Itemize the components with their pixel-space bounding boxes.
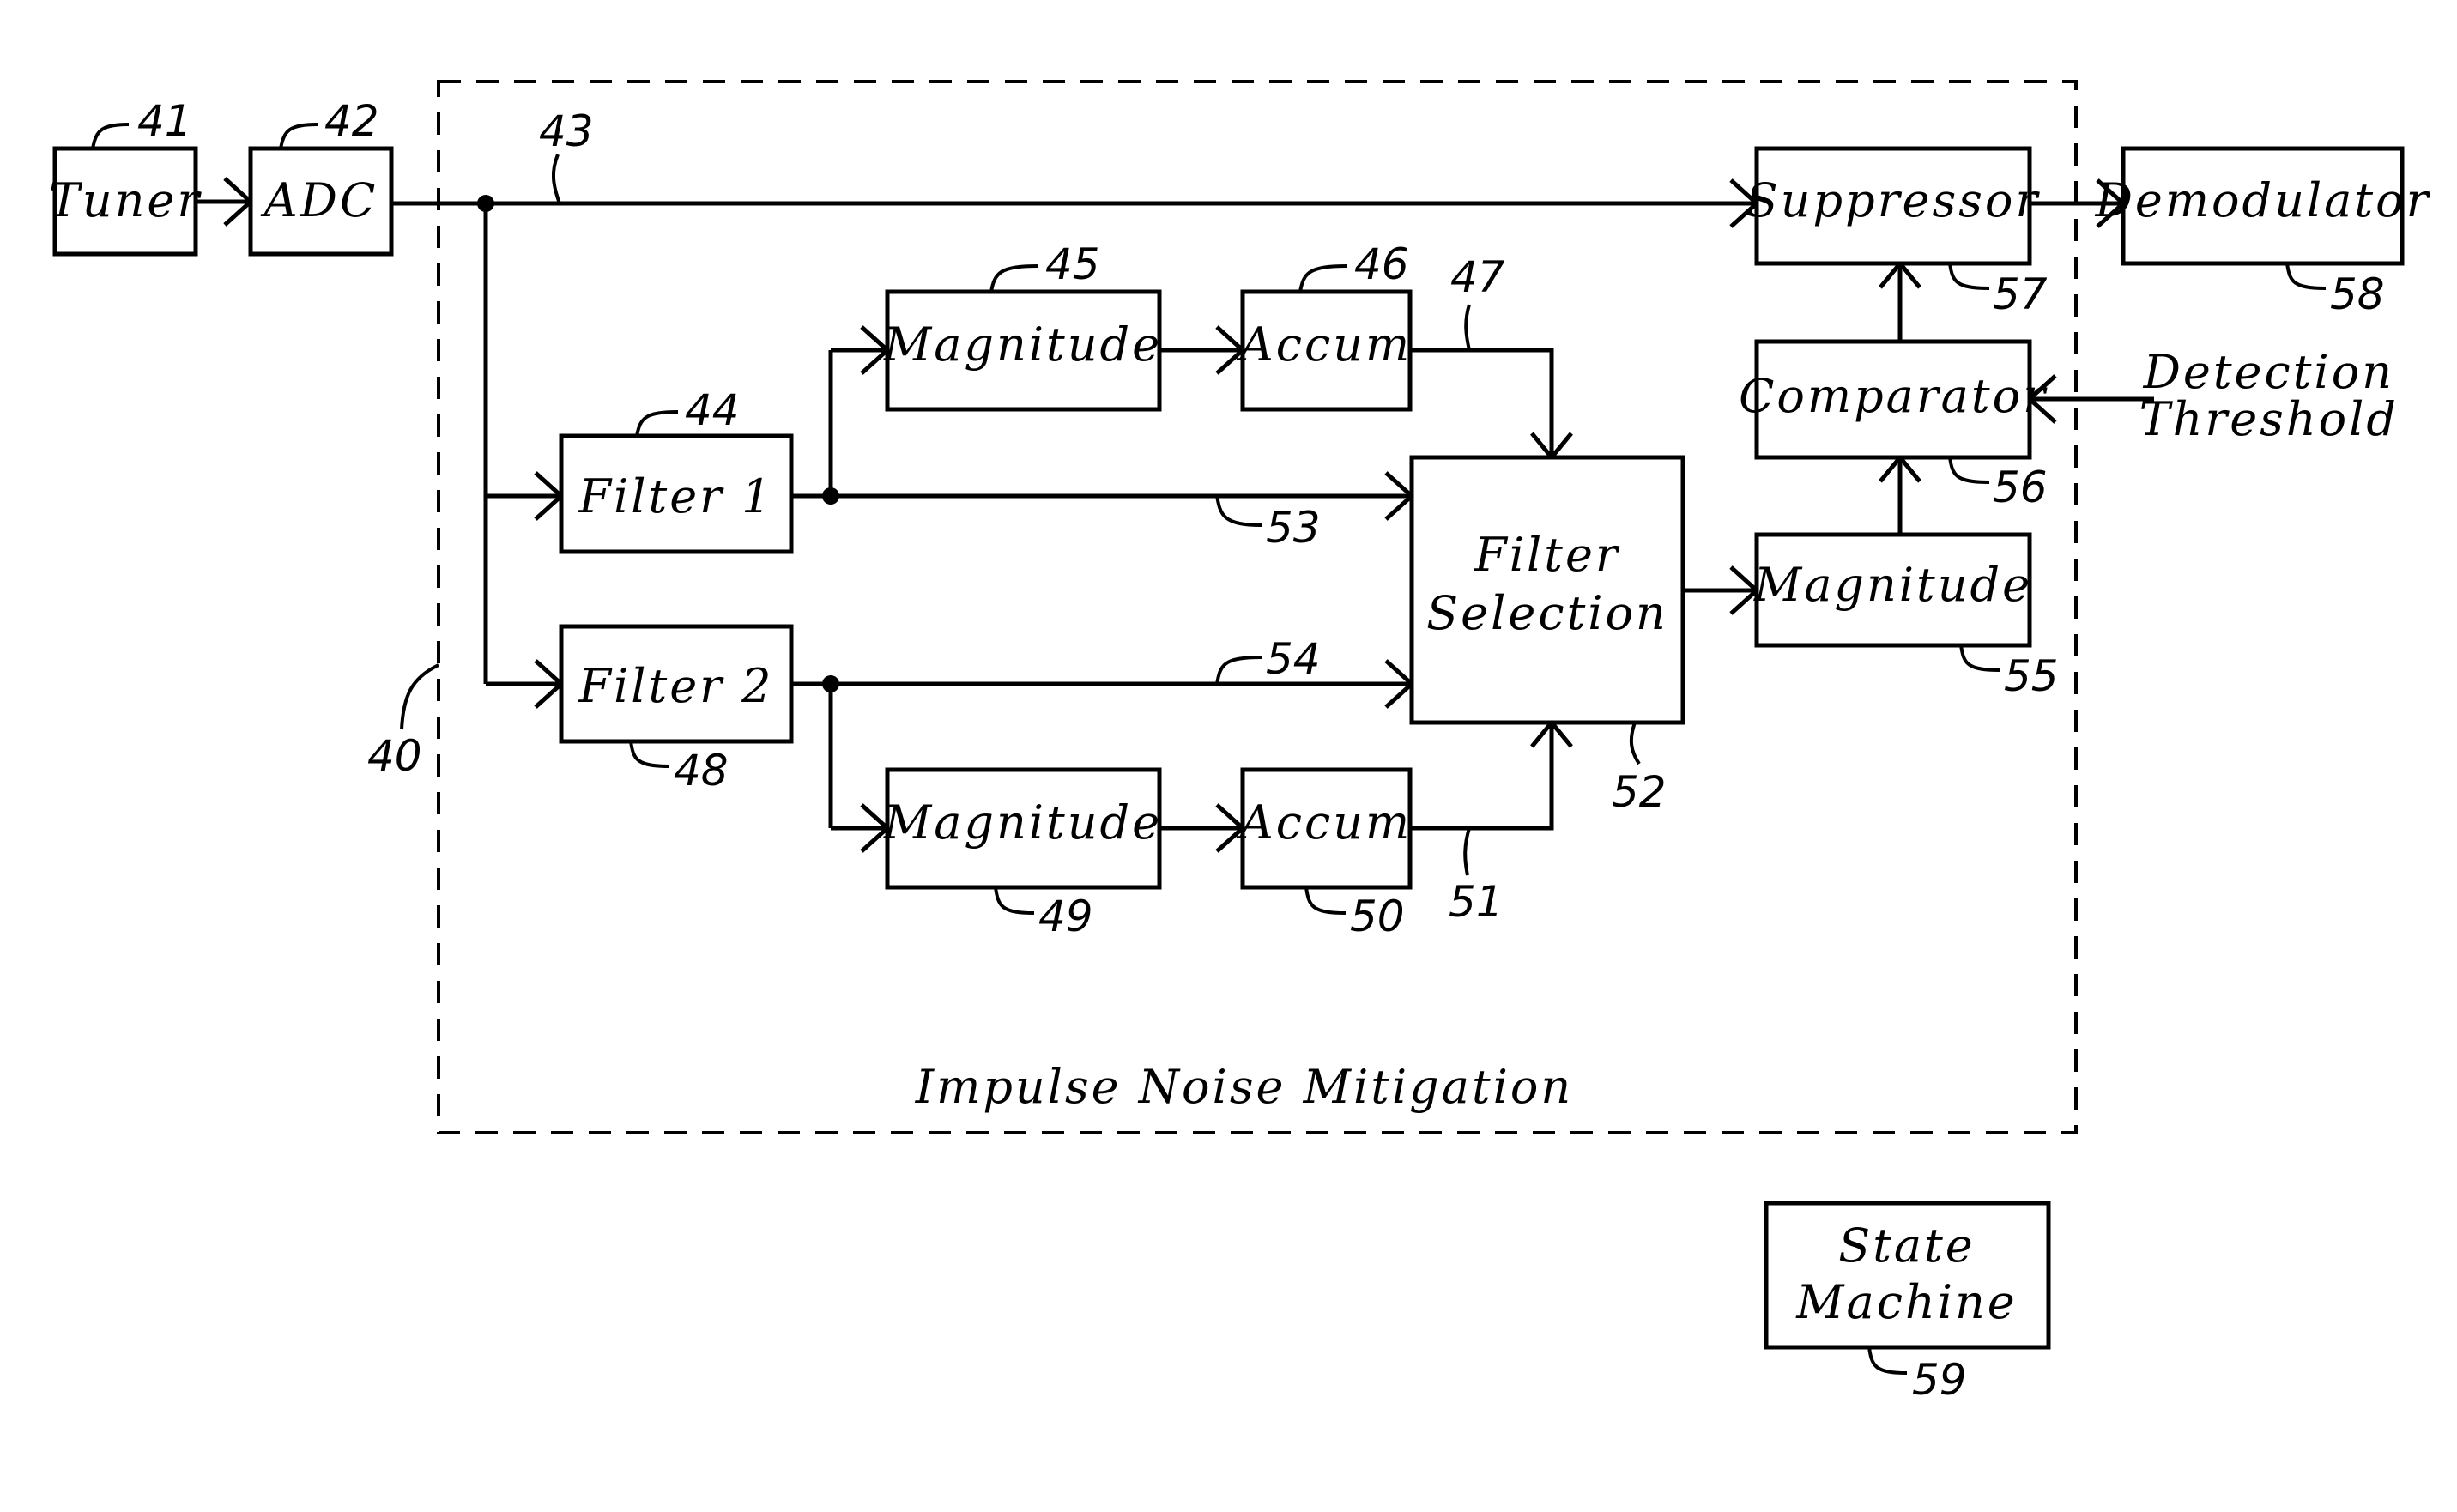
ref-leader-50: [1304, 886, 1347, 915]
ref-leader-40: [400, 663, 439, 730]
block-filter2: Filter 2 48: [559, 624, 794, 795]
ref-leader-57: [1948, 263, 1990, 290]
block-accum-top: Accum 46: [1236, 239, 1413, 412]
block-magnitude-out-label: Magnitude: [1753, 558, 2032, 612]
block-magnitude-out: Magnitude 55: [1753, 532, 2059, 701]
block-accum-bottom: Accum 50: [1236, 767, 1413, 941]
ref-leader-41: [91, 123, 130, 149]
ref-51: 51: [1449, 877, 1504, 927]
ref-49: 49: [1038, 892, 1093, 941]
ref-56: 56: [1993, 463, 2048, 512]
wire-accum-bottom-fs: [1410, 723, 1554, 831]
ref-48: 48: [674, 746, 729, 795]
ref-leader-47: [1464, 304, 1471, 351]
ref-leader-58: [2285, 263, 2327, 290]
block-state-machine-line1: State: [1838, 1219, 1976, 1273]
block-filter1-label: Filter 1: [578, 469, 773, 523]
block-filter1: Filter 1 44: [559, 385, 794, 554]
ref-44: 44: [685, 385, 740, 435]
ref-leader-48: [629, 741, 670, 768]
ref-43: 43: [539, 106, 594, 156]
block-adc-label: ADC: [260, 173, 378, 227]
ref-45: 45: [1045, 239, 1100, 289]
block-tuner-label: Tuner: [49, 173, 203, 227]
ref-50: 50: [1350, 892, 1405, 941]
ref-leader-42: [279, 123, 318, 149]
ref-leader-54: [1215, 656, 1262, 685]
ref-58: 58: [2330, 269, 2385, 319]
ref-leader-59: [1867, 1346, 1908, 1375]
block-magnitude-top: Magnitude 45: [883, 239, 1162, 412]
ref-53: 53: [1266, 503, 1321, 553]
ref-40: 40: [367, 731, 422, 781]
block-state-machine-line2: Machine: [1795, 1275, 2018, 1329]
impulse-noise-mitigation-label: Impulse Noise Mitigation: [915, 1060, 1573, 1114]
ref-leader-46: [1298, 264, 1348, 293]
ref-42: 42: [324, 96, 379, 146]
ref-leader-56: [1948, 457, 1990, 484]
block-state-machine: State Machine 59: [1764, 1201, 2051, 1405]
ref-leader-45: [989, 264, 1039, 293]
ref-leader-51: [1463, 827, 1471, 876]
block-demodulator: Demodulator 58: [2095, 146, 2431, 319]
ref-41: 41: [137, 96, 192, 146]
block-comparator-label: Comparator: [1739, 369, 2048, 423]
block-suppressor-label: Suppressor: [1746, 173, 2041, 227]
block-magnitude-top-label: Magnitude: [883, 318, 1162, 372]
block-adc: ADC 42: [248, 96, 394, 257]
ref-leader-53: [1215, 495, 1262, 527]
wire-accum-top-fs: [1410, 348, 1554, 457]
ref-54: 54: [1266, 634, 1321, 684]
ref-leader-52: [1629, 722, 1641, 765]
ref-leader-49: [994, 886, 1035, 915]
ref-leader-44: [635, 410, 679, 437]
ref-55: 55: [2004, 651, 2059, 701]
ref-46: 46: [1354, 239, 1409, 289]
block-tuner: Tuner 41: [49, 96, 203, 257]
ref-52: 52: [1612, 767, 1667, 817]
ref-59: 59: [1912, 1355, 1967, 1405]
block-accum-top-label: Accum: [1236, 318, 1412, 372]
block-demodulator-label: Demodulator: [2095, 173, 2431, 227]
block-filter-selection: Filter Selection 52: [1409, 455, 1685, 817]
ref-57: 57: [1993, 269, 2048, 319]
block-magnitude-bottom: Magnitude 49: [883, 767, 1162, 941]
block-filter-selection-line1: Filter: [1474, 528, 1620, 582]
block-magnitude-bottom-label: Magnitude: [883, 795, 1162, 850]
block-comparator: Comparator 56: [1739, 339, 2048, 512]
ref-47: 47: [1450, 252, 1505, 302]
ref-leader-43: [552, 154, 561, 204]
detection-threshold-line1: Detection: [2143, 345, 2394, 399]
block-diagram: Impulse Noise Mitigation 40 43 53 47 54 …: [49, 80, 2431, 1405]
detection-threshold-line2: Threshold: [2139, 392, 2399, 446]
ref-leader-55: [1959, 644, 2000, 672]
block-filter-selection-line2: Selection: [1426, 586, 1668, 640]
block-suppressor: Suppressor 57: [1746, 146, 2048, 319]
block-accum-bottom-label: Accum: [1236, 795, 1412, 850]
block-filter2-label: Filter 2: [578, 659, 773, 713]
